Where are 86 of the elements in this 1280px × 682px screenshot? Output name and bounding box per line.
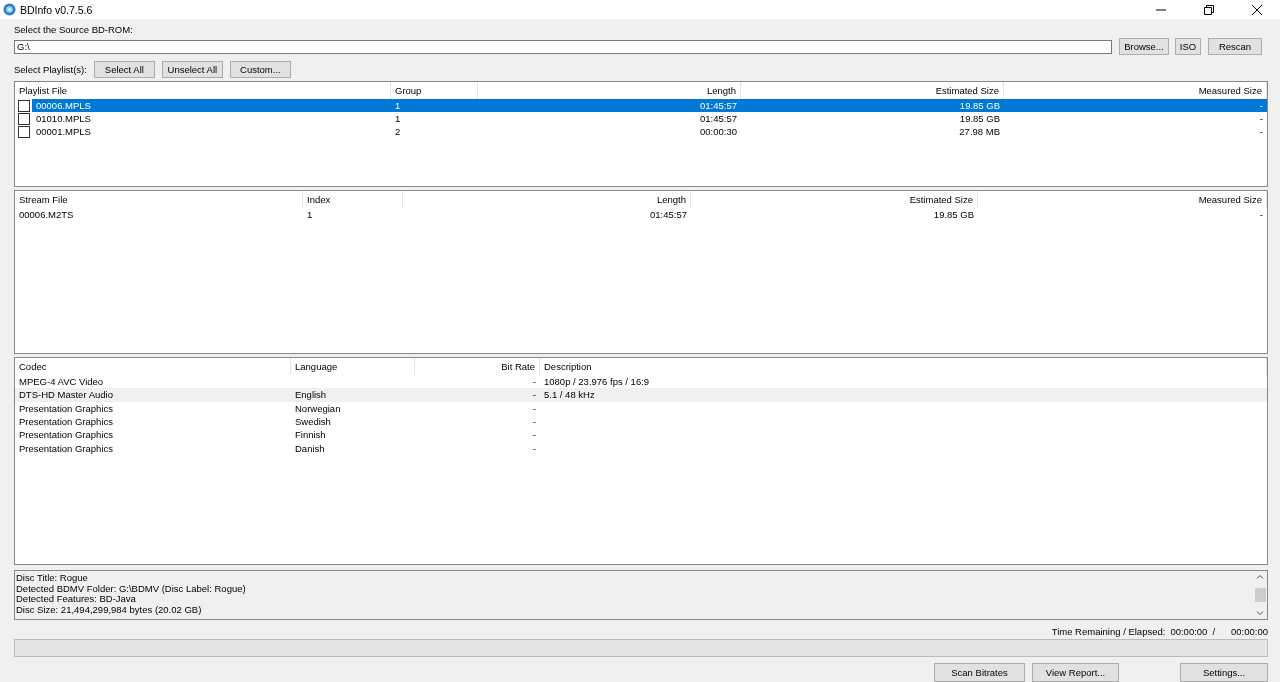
source-button[interactable]: Browse... — [1119, 38, 1169, 55]
checkbox[interactable] — [18, 99, 30, 112]
table-cell-text: 27.98 MB — [958, 126, 1001, 137]
table-cell-text: 2 — [394, 126, 402, 137]
column-header[interactable]: Description — [540, 358, 1267, 375]
table-cell-text: Finnish — [294, 429, 327, 441]
table-cell-text: English — [294, 389, 328, 401]
disc-icon — [3, 3, 16, 16]
table-cell-text: Presentation Graphics — [18, 429, 114, 441]
table-cell-text: - — [1258, 113, 1264, 124]
table-cell-text: Presentation Graphics — [18, 416, 114, 428]
column-header[interactable]: Length — [403, 191, 691, 208]
window-title: BDInfo v0.7.5.6 — [20, 3, 93, 16]
table-cell-text: Norwegian — [294, 402, 342, 414]
time-remaining: 00:00:00 — [1170, 625, 1208, 637]
table-cell-text: 00:00:30 — [699, 126, 738, 137]
table-cell-text: 00001.MPLS — [35, 126, 92, 137]
column-header[interactable]: Bit Rate — [415, 358, 540, 375]
log-line: Disc Title: Rogue — [16, 573, 89, 584]
column-header[interactable]: Estimated Size — [691, 191, 978, 208]
time-separator: / — [1212, 625, 1215, 637]
table-cell-text: 1080p / 23.976 fps / 16:9 — [543, 376, 651, 388]
column-header[interactable]: Language — [291, 358, 415, 375]
table-cell-text: 00006.MPLS — [35, 100, 92, 111]
playlist-row[interactable]: 00001.MPLS 2 00:00:30 27.98 MB - — [32, 125, 1267, 138]
table-cell-text: 01010.MPLS — [35, 113, 92, 124]
table-cell-text: - — [531, 389, 537, 401]
column-header[interactable]: Index — [303, 191, 403, 208]
restore-icon[interactable] — [1204, 4, 1214, 15]
table-cell-text: 19.85 GB — [958, 100, 1001, 111]
table-cell-text: 5.1 / 48 kHz — [543, 389, 596, 401]
source-label: Select the Source BD-ROM: — [14, 24, 134, 35]
source-path-field[interactable]: G:\ — [14, 39, 1112, 54]
table-cell-text: Presentation Graphics — [18, 402, 114, 414]
log-line: Detected Features: BD-Java — [16, 594, 137, 605]
stream-row[interactable]: 00006.M2TS 1 01:45:57 19.85 GB - — [15, 208, 1267, 222]
table-cell-text: 19.85 GB — [932, 209, 975, 221]
table-cell-text: - — [531, 442, 537, 454]
time-label: Time Remaining / Elapsed: — [1051, 625, 1166, 637]
action-button[interactable]: Settings... — [1180, 663, 1268, 682]
source-button[interactable]: Rescan — [1208, 38, 1262, 55]
table-cell-text: DTS-HD Master Audio — [18, 389, 114, 401]
table-cell-text: - — [1258, 209, 1264, 221]
column-header[interactable]: Measured Size — [978, 191, 1267, 208]
playlist-select-button[interactable]: Select All — [93, 60, 155, 78]
playlist-row[interactable]: 00006.MPLS 1 01:45:57 19.85 GB - — [32, 99, 1267, 112]
close-icon[interactable] — [1252, 4, 1262, 15]
source-button[interactable]: ISO — [1175, 38, 1201, 55]
log-line: Disc Size: 21,494,299,984 bytes (20.02 GB) — [16, 604, 203, 615]
scrollbar-thumb[interactable] — [1254, 588, 1266, 602]
table-cell-text: 00006.M2TS — [18, 209, 75, 221]
table-cell-text: - — [1258, 126, 1264, 137]
table-cell-text: 01:45:57 — [649, 209, 688, 221]
table-cell-text: - — [531, 402, 537, 414]
playlist-select-label: Select Playlist(s): — [14, 63, 87, 75]
table-cell-text: - — [531, 416, 537, 428]
table-cell-text: 01:45:57 — [699, 100, 738, 111]
table-cell-text: 19.85 GB — [958, 113, 1001, 124]
action-button[interactable]: View Report... — [1032, 663, 1119, 682]
checkbox[interactable] — [18, 125, 30, 138]
table-cell-text: MPEG-4 AVC Video — [18, 376, 105, 388]
table-cell-text: 1 — [394, 113, 402, 124]
codec-row[interactable]: Presentation Graphics Swedish - — [15, 414, 1267, 429]
column-header[interactable]: Codec — [15, 358, 291, 375]
table-cell-text: Presentation Graphics — [18, 442, 114, 454]
table-cell-text: 01:45:57 — [699, 113, 738, 124]
column-header[interactable]: Stream File — [15, 191, 303, 208]
time-elapsed: 00:00:00 — [1231, 625, 1268, 637]
table-cell-text: - — [531, 376, 537, 388]
codec-row[interactable]: Presentation Graphics Norwegian - — [15, 401, 1267, 415]
table-cell-text: - — [531, 429, 537, 441]
codec-row[interactable]: DTS-HD Master Audio English - 5.1 / 48 kHz — [15, 388, 1267, 402]
playlist-select-button[interactable]: Unselect All — [161, 60, 223, 78]
table-cell-text: - — [1258, 100, 1264, 111]
table-cell-text: Danish — [294, 442, 326, 454]
playlist-row[interactable]: 01010.MPLS 1 01:45:57 19.85 GB - — [32, 112, 1267, 125]
table-cell-text: 1 — [394, 100, 402, 111]
codec-row[interactable]: Presentation Graphics Finnish - — [15, 428, 1267, 442]
log-line: Detected BDMV Folder: G:\BDMV (Disc Label: Rogue) — [16, 583, 247, 594]
action-button[interactable]: Scan Bitrates — [934, 663, 1025, 682]
table-cell-text: Swedish — [294, 416, 332, 428]
codec-row[interactable]: MPEG-4 AVC Video - 1080p / 23.976 fps / 16:9 — [15, 375, 1267, 389]
playlist-select-button[interactable]: Custom... — [229, 60, 291, 78]
codec-row[interactable]: Presentation Graphics Danish - — [15, 441, 1267, 455]
checkbox[interactable] — [18, 112, 30, 125]
table-cell-text: 1 — [306, 209, 314, 221]
